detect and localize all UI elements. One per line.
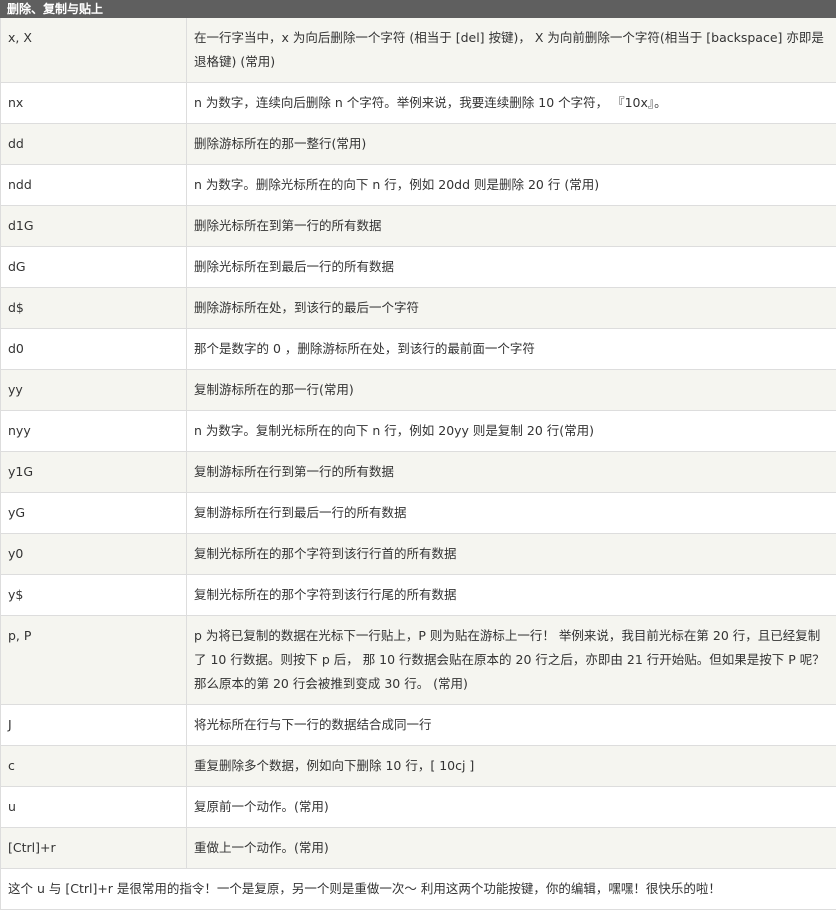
command-description: 重复删除多个数据，例如向下删除 10 行，[ 10cj ] [185,745,836,787]
table-row: yG 复制游标所在行到最后一行的所有数据 [0,492,836,534]
commands-body: x, X 在一行字当中，x 为向后删除一个字符 (相当于 [del] 按键)， … [0,17,836,910]
table-row: ndd n 为数字。删除光标所在的向下 n 行，例如 20dd 则是删除 20 … [0,164,836,206]
command-key: y0 [0,533,187,575]
command-description: n 为数字。删除光标所在的向下 n 行，例如 20dd 则是删除 20 行 (常… [185,164,836,206]
command-description: 删除游标所在的那一整行(常用) [185,123,836,165]
command-key: yG [0,492,187,534]
table-row: nx n 为数字，连续向后删除 n 个字符。举例来说，我要连续删除 10 个字符… [0,82,836,124]
command-key: yy [0,369,187,411]
table-row: c 重复删除多个数据，例如向下删除 10 行，[ 10cj ] [0,745,836,787]
footer-note-row: 这个 u 与 [Ctrl]+r 是很常用的指令！一个是复原，另一个则是重做一次～… [0,868,836,910]
command-description: 将光标所在行与下一行的数据结合成同一行 [185,704,836,746]
table-row: u 复原前一个动作。(常用) [0,786,836,828]
table-row: y0 复制光标所在的那个字符到该行行首的所有数据 [0,533,836,575]
command-description: 复制游标所在行到最后一行的所有数据 [185,492,836,534]
command-description: 在一行字当中，x 为向后删除一个字符 (相当于 [del] 按键)， X 为向前… [185,17,836,83]
section-title: 删除、复制与贴上 [0,0,836,18]
command-key: dG [0,246,187,288]
section-header-row: 删除、复制与贴上 [0,0,836,18]
command-key: y1G [0,451,187,493]
table-row: y$ 复制光标所在的那个字符到该行行尾的所有数据 [0,574,836,616]
command-key: nx [0,82,187,124]
table-row: d$ 删除游标所在处，到该行的最后一个字符 [0,287,836,329]
commands-table: 删除、复制与贴上 x, X 在一行字当中，x 为向后删除一个字符 (相当于 [d… [0,0,836,910]
table-row: d0 那个是数字的 0 ，删除游标所在处，到该行的最前面一个字符 [0,328,836,370]
table-row: nyy n 为数字。复制光标所在的向下 n 行，例如 20yy 则是复制 20 … [0,410,836,452]
command-key: dd [0,123,187,165]
command-description: 复制光标所在的那个字符到该行行首的所有数据 [185,533,836,575]
command-key: x, X [0,17,187,83]
table-row: d1G 删除光标所在到第一行的所有数据 [0,205,836,247]
command-description: 重做上一个动作。(常用) [185,827,836,869]
table-row: p, P p 为将已复制的数据在光标下一行贴上，P 则为贴在游标上一行！ 举例来… [0,615,836,705]
command-key: u [0,786,187,828]
command-key: [Ctrl]+r [0,827,187,869]
command-description: 那个是数字的 0 ，删除游标所在处，到该行的最前面一个字符 [185,328,836,370]
table-row: J 将光标所在行与下一行的数据结合成同一行 [0,704,836,746]
command-description: 删除光标所在到第一行的所有数据 [185,205,836,247]
command-description: 复制游标所在行到第一行的所有数据 [185,451,836,493]
command-key: nyy [0,410,187,452]
command-key: p, P [0,615,187,705]
table-row: y1G 复制游标所在行到第一行的所有数据 [0,451,836,493]
command-key: y$ [0,574,187,616]
table-row: dG 删除光标所在到最后一行的所有数据 [0,246,836,288]
command-description: 删除游标所在处，到该行的最后一个字符 [185,287,836,329]
command-description: n 为数字。复制光标所在的向下 n 行，例如 20yy 则是复制 20 行(常用… [185,410,836,452]
command-key: d0 [0,328,187,370]
table-row: dd 删除游标所在的那一整行(常用) [0,123,836,165]
command-key: d1G [0,205,187,247]
command-key: J [0,704,187,746]
command-description: 复制游标所在的那一行(常用) [185,369,836,411]
command-description: n 为数字，连续向后删除 n 个字符。举例来说，我要连续删除 10 个字符， 『… [185,82,836,124]
table-row: [Ctrl]+r 重做上一个动作。(常用) [0,827,836,869]
command-description: 删除光标所在到最后一行的所有数据 [185,246,836,288]
table-row: yy 复制游标所在的那一行(常用) [0,369,836,411]
command-description: 复原前一个动作。(常用) [185,786,836,828]
command-description: 复制光标所在的那个字符到该行行尾的所有数据 [185,574,836,616]
footer-note: 这个 u 与 [Ctrl]+r 是很常用的指令！一个是复原，另一个则是重做一次～… [0,868,836,910]
command-description: p 为将已复制的数据在光标下一行贴上，P 则为贴在游标上一行！ 举例来说，我目前… [185,615,836,705]
command-key: d$ [0,287,187,329]
command-key: ndd [0,164,187,206]
table-row: x, X 在一行字当中，x 为向后删除一个字符 (相当于 [del] 按键)， … [0,17,836,83]
command-key: c [0,745,187,787]
